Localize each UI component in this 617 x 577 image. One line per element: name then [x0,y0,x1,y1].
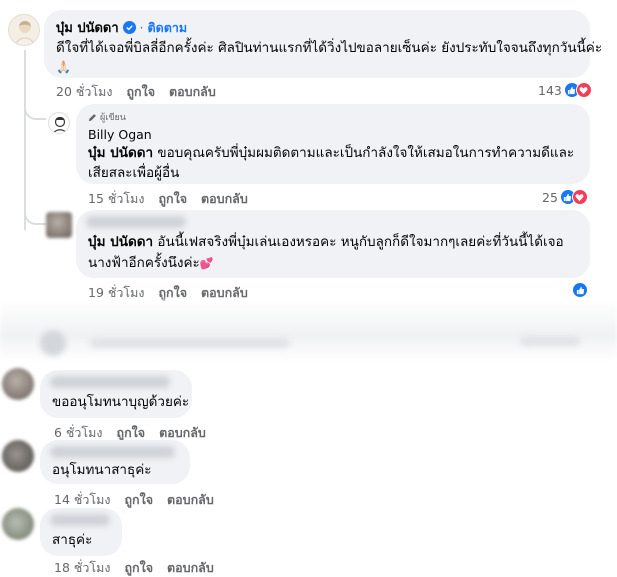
hidden-author-name [50,514,110,526]
comment-text: บุ๋ม ปนัดดา อันนี้เฟสจริงพี่บุ๋มเล่นเองห… [88,232,580,274]
reply-action[interactable]: ตอบกลับ [167,558,214,577]
blurred-text [520,336,580,346]
thread-connector [24,100,46,120]
reply-action[interactable]: ตอบกลับ [201,189,248,209]
follow-link[interactable]: ติดตาม [148,18,188,38]
reaction-count: 25 [542,189,558,205]
reaction-count: 143 [538,82,562,98]
comment-bubble: อนุโมทนาสาธุค่ะ [40,440,190,484]
comment-actions: 15 ชั่วโมง ถูกใจ ตอบกลับ [88,189,248,209]
hidden-author-name [50,446,175,458]
avatar-billy[interactable] [48,112,70,134]
comment-time[interactable]: 14 ชั่วโมง [54,490,110,510]
like-action[interactable]: ถูกใจ [124,490,153,510]
author-badge: ผู้เขียน [100,113,126,123]
comment-text: ดีใจที่ได้เจอพี่บิลลี่อีกครั้งค่ะ ศิลปิน… [56,40,603,56]
blurred-section [0,300,617,360]
like-reaction-icon [572,282,588,298]
like-action[interactable]: ถูกใจ [124,558,153,577]
blurred-avatar [40,330,66,356]
comment-time[interactable]: 18 ชั่วโมง [54,558,110,577]
comment-bubble: บุ๋ม ปนัดดา อันนี้เฟสจริงพี่บุ๋มเล่นเองห… [76,210,590,278]
comment-actions: 14 ชั่วโมง ถูกใจ ตอบกลับ [54,490,214,510]
avatar-hidden[interactable] [2,368,34,400]
comment-text: บุ๋ม ปนัดดา ขอบคุณครับพี่บุ๋มผมติดตามและ… [88,143,580,183]
comment-body: อันนี้เฟสจริงพี่บุ๋มเล่นเองหรอคะ หนูกับล… [88,234,564,271]
avatar-hidden[interactable] [2,440,34,472]
comment-author[interactable]: บุ๋ม ปนัดดา [56,17,119,38]
mention-link[interactable]: บุ๋ม ปนัดดา [88,234,153,250]
thread-line [24,50,26,230]
avatar-portrait-icon [15,21,35,45]
like-action[interactable]: ถูกใจ [126,82,155,102]
comment-bubble: บุ๋ม ปนัดดา · ติดตาม ดีใจที่ได้เจอพี่บิล… [44,10,603,78]
comment-bubble: สาธุค่ะ [40,508,122,556]
avatar-hidden[interactable] [2,508,34,540]
avatar-bum[interactable] [8,14,40,46]
comment-actions: 20 ชั่วโมง ถูกใจ ตอบกลับ [56,82,216,102]
comment-bubble: ขออนุโมทนาบุญด้วยค่ะ [40,370,192,418]
reaction-summary[interactable] [572,282,588,298]
reaction-summary[interactable]: 143 [538,82,592,98]
blurred-text [90,338,290,348]
reply-action[interactable]: ตอบกลับ [167,490,214,510]
comment-emoji: 🙏🏻 [56,60,71,74]
comment-actions: 18 ชั่วโมง ถูกใจ ตอบกลับ [54,558,214,577]
comment-author[interactable]: Billy Ogan [88,127,578,142]
comment-body: ขอบคุณครับพี่บุ๋มผมติดตามและเป็นกำลังใจใ… [88,145,575,181]
love-reaction-icon [575,82,592,98]
comment-emoji: 💕 [199,257,214,270]
pencil-icon [88,113,96,121]
avatar-hidden[interactable] [46,212,72,238]
hidden-author-name [50,376,170,388]
reaction-summary[interactable]: 25 [542,189,588,205]
avatar-face-icon [53,116,67,133]
comment-text: อนุโมทนาสาธุค่ะ [52,462,152,478]
hidden-author-name [86,216,186,228]
comment-time[interactable]: 15 ชั่วโมง [88,189,144,209]
comment-text: สาธุค่ะ [52,532,93,548]
thread-connector [24,205,46,225]
reply-action[interactable]: ตอบกลับ [169,82,216,102]
love-reaction-icon [571,189,588,205]
verified-badge-icon [122,21,136,34]
mention-link[interactable]: บุ๋ม ปนัดดา [88,145,153,161]
comment-text: ขออนุโมทนาบุญด้วยค่ะ [52,394,190,410]
like-action[interactable]: ถูกใจ [158,189,187,209]
comment-time[interactable]: 20 ชั่วโมง [56,82,112,102]
comment-bubble: ผู้เขียน Billy Ogan บุ๋ม ปนัดดา ขอบคุณคร… [76,104,590,184]
